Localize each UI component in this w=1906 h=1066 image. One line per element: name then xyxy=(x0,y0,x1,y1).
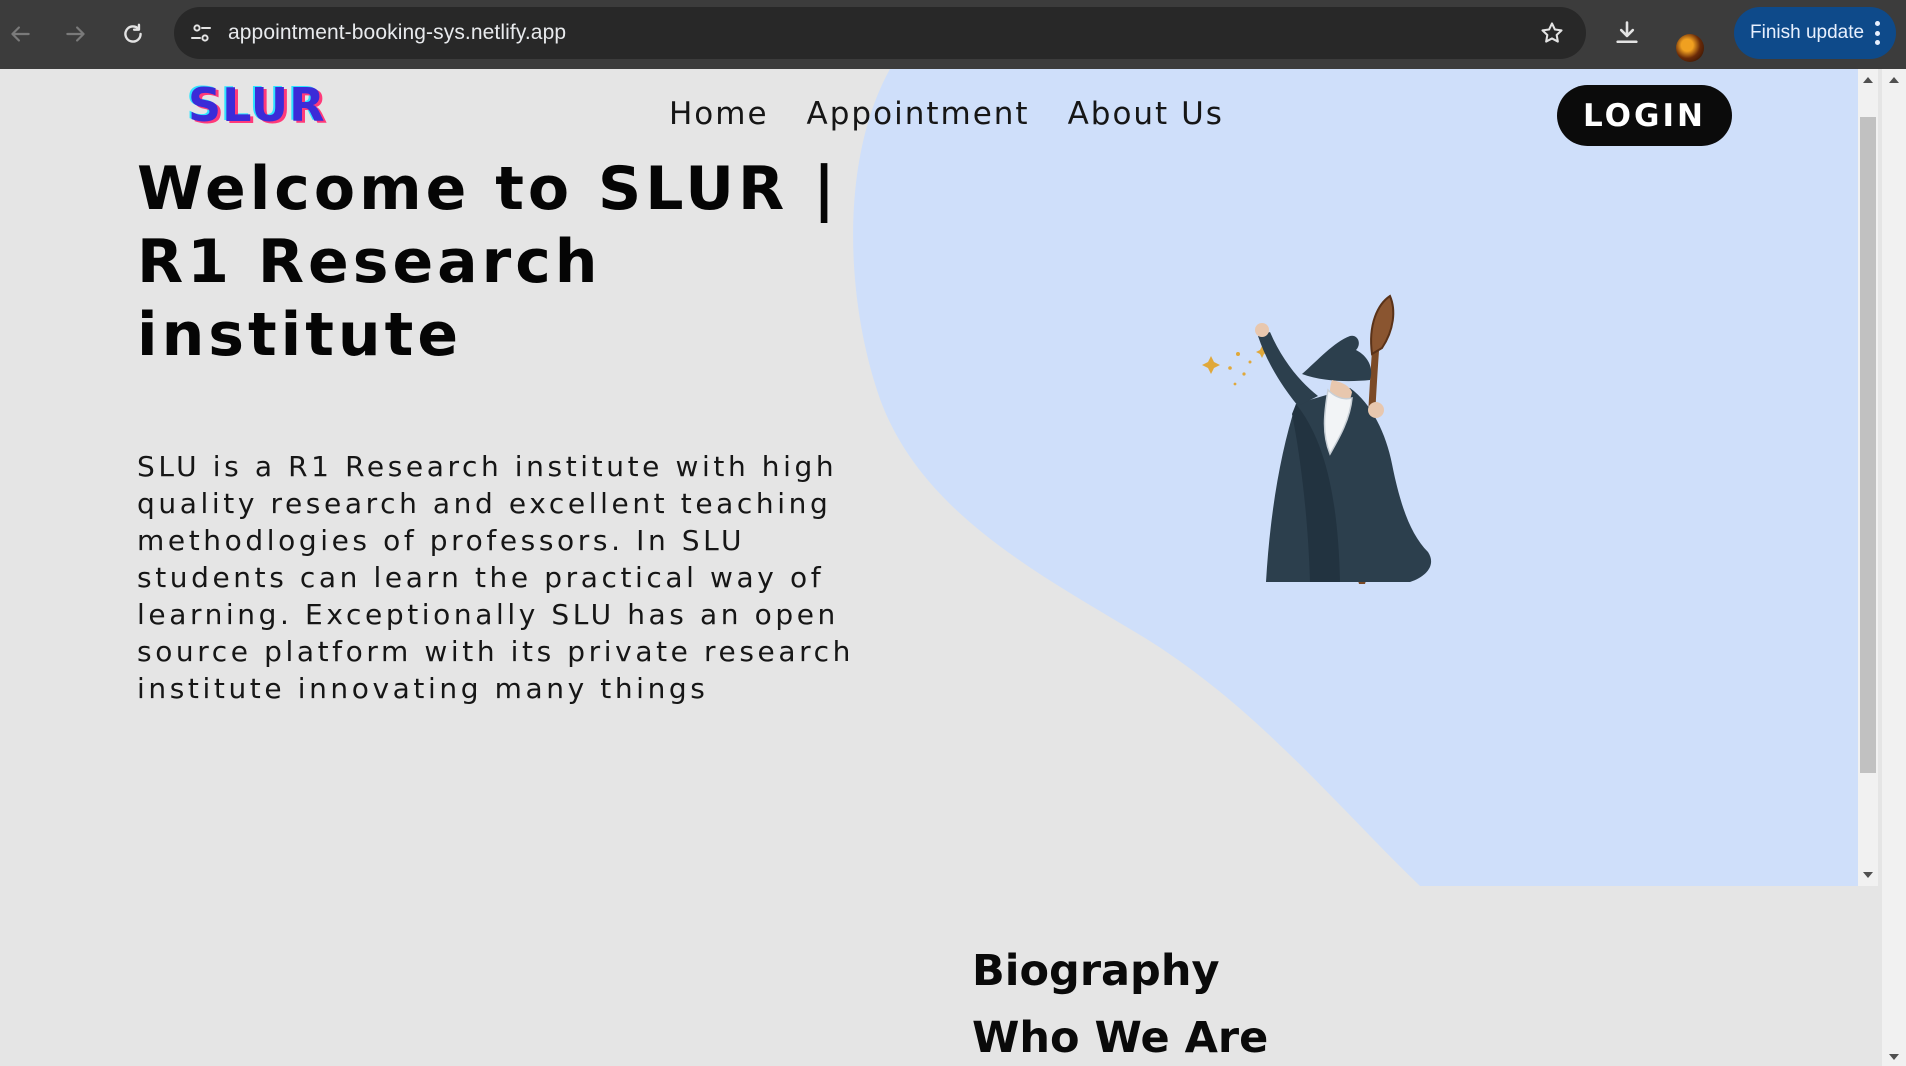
wizard-illustration xyxy=(1202,294,1432,584)
site-logo[interactable]: SLUR xyxy=(188,78,326,132)
login-button[interactable]: LOGIN xyxy=(1557,85,1732,146)
page-scroll-down-arrow[interactable] xyxy=(1889,1054,1899,1060)
finish-update-label: Finish update xyxy=(1750,22,1865,43)
finish-update-button[interactable]: Finish update xyxy=(1734,7,1896,59)
scroll-down-arrow[interactable] xyxy=(1863,872,1873,878)
downloads-button[interactable] xyxy=(1610,16,1644,50)
scrollbar-thumb[interactable] xyxy=(1860,117,1876,773)
nav-appointment[interactable]: Appointment xyxy=(807,96,1030,132)
browser-toolbar: appointment-booking-sys.netlify.app Fini… xyxy=(0,0,1906,69)
url-text[interactable]: appointment-booking-sys.netlify.app xyxy=(228,21,566,45)
page-scroll-up-arrow[interactable] xyxy=(1889,77,1899,83)
star-icon xyxy=(1541,22,1563,43)
arrow-right-icon xyxy=(66,26,85,42)
back-button[interactable] xyxy=(3,17,37,51)
content-scrollbar[interactable] xyxy=(1858,69,1878,886)
page-viewport: SLUR Home Appointment About Us LOGIN Wel… xyxy=(0,69,1906,1066)
nav-home[interactable]: Home xyxy=(669,96,769,132)
download-icon xyxy=(1616,21,1638,44)
page-scrollbar[interactable] xyxy=(1882,69,1906,1066)
tune-icon xyxy=(191,24,211,42)
nav-about-us[interactable]: About Us xyxy=(1068,96,1224,132)
arrow-left-icon xyxy=(11,26,30,42)
reload-button[interactable] xyxy=(116,17,150,51)
who-we-are-heading: Who We Are xyxy=(972,1013,1269,1063)
profile-avatar[interactable] xyxy=(1676,34,1704,62)
reload-icon xyxy=(124,23,142,43)
main-nav: Home Appointment About Us xyxy=(669,96,1262,132)
hero-description: SLU is a R1 Research institute with high… xyxy=(137,450,854,705)
bookmark-button[interactable] xyxy=(1538,19,1566,47)
kebab-menu-icon xyxy=(1874,21,1880,45)
scroll-up-arrow[interactable] xyxy=(1863,77,1873,83)
forward-button[interactable] xyxy=(59,17,93,51)
biography-heading: Biography xyxy=(972,946,1220,996)
site-info-button[interactable] xyxy=(188,20,214,46)
address-bar[interactable]: appointment-booking-sys.netlify.app xyxy=(174,7,1586,59)
hero-title: Welcome to SLUR | R1 Research institute xyxy=(137,154,840,370)
